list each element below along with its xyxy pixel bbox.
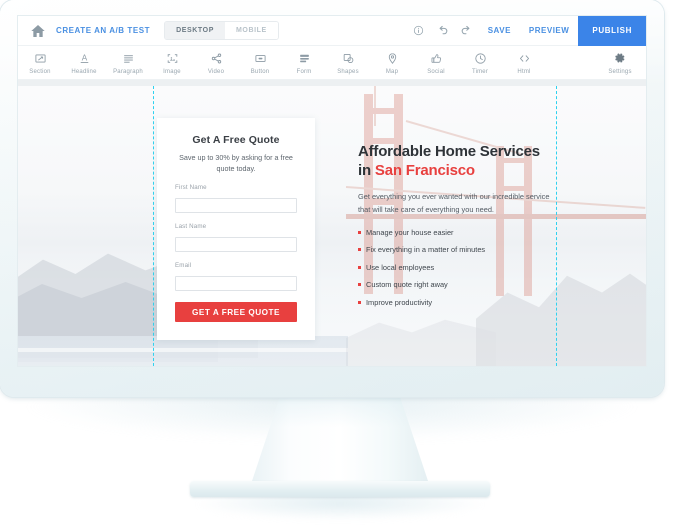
tool-video[interactable]: Video: [194, 51, 238, 75]
publish-button[interactable]: PUBLISH: [578, 16, 646, 46]
tool-label: Paragraph: [113, 68, 143, 75]
tool-label: Settings: [608, 68, 632, 75]
bullet-square-icon: [358, 248, 361, 252]
tool-label: Section: [29, 68, 51, 75]
list-item-label: Manage your house easier: [366, 227, 454, 237]
save-button[interactable]: SAVE: [479, 26, 520, 35]
headline-line1: Affordable Home Services: [358, 143, 540, 160]
thumbs-up-icon: [430, 51, 443, 66]
tool-paragraph[interactable]: Paragraph: [106, 51, 150, 75]
home-icon[interactable]: [30, 23, 46, 39]
first-name-input[interactable]: [175, 198, 297, 214]
list-item: Improve productivity: [358, 298, 563, 307]
tool-label: Shapes: [337, 68, 359, 75]
gear-icon: [614, 51, 626, 66]
editor-top-bar: CREATE AN A/B TEST DESKTOP MOBILE SAVE P…: [18, 16, 646, 46]
email-input[interactable]: [175, 276, 297, 292]
list-item-label: Fix everything in a matter of minutes: [366, 245, 486, 255]
lead-paragraph: Get everything you ever wanted with our …: [358, 192, 550, 214]
info-circle-icon[interactable]: [407, 25, 431, 36]
quote-form-title: Get A Free Quote: [192, 134, 280, 146]
tool-label: Html: [517, 68, 531, 75]
tool-section[interactable]: Section: [18, 51, 62, 75]
headline-icon: A: [78, 51, 91, 66]
tool-settings[interactable]: Settings: [598, 51, 642, 75]
bullet-square-icon: [358, 265, 361, 269]
tool-headline[interactable]: A Headline: [62, 51, 106, 75]
map-pin-icon: [386, 51, 399, 66]
bullet-square-icon: [358, 283, 361, 287]
redo-arrow-icon[interactable]: [455, 24, 479, 37]
monitor-mockup: CREATE AN A/B TEST DESKTOP MOBILE SAVE P…: [0, 0, 680, 529]
editor-element-toolbar: Section A Headline Paragraph Image Video…: [18, 46, 646, 80]
quote-form-card[interactable]: Get A Free Quote Save up to 30% by askin…: [157, 118, 315, 341]
quote-form-subtitle: Save up to 30% by asking for a free quot…: [179, 153, 293, 174]
benefits-list: Manage your house easier Fix everything …: [358, 228, 563, 307]
top-bar-actions: SAVE PREVIEW PUBLISH: [407, 16, 646, 46]
monitor-stand-base: [190, 481, 490, 497]
headline-line2-prefix: in: [358, 162, 375, 180]
tool-label: Headline: [71, 68, 97, 75]
list-item: Use local employees: [358, 263, 563, 272]
list-item-label: Custom quote right away: [366, 280, 448, 290]
code-brackets-icon: [518, 51, 531, 66]
tool-html[interactable]: Html: [502, 51, 546, 75]
page-headline: Affordable Home Services in San Francisc…: [358, 142, 563, 180]
clock-icon: [474, 51, 487, 66]
landing-copy-block[interactable]: Affordable Home Services in San Francisc…: [358, 142, 563, 315]
tool-label: Button: [250, 68, 270, 75]
tool-label: Timer: [471, 68, 489, 75]
get-a-free-quote-button[interactable]: GET A FREE QUOTE: [175, 302, 297, 323]
tab-mobile[interactable]: MOBILE: [224, 22, 278, 39]
field-label: First Name: [175, 184, 207, 192]
paragraph-icon: [122, 51, 135, 66]
form-icon: [298, 51, 311, 66]
tool-social[interactable]: Social: [414, 51, 458, 75]
bullet-square-icon: [358, 230, 361, 234]
video-share-icon: [210, 51, 223, 66]
preview-button[interactable]: PREVIEW: [520, 26, 578, 35]
section-icon: [34, 51, 47, 66]
field-label: Last Name: [175, 223, 207, 231]
list-item: Custom quote right away: [358, 280, 563, 289]
tool-form[interactable]: Form: [282, 51, 326, 75]
svg-text:A: A: [81, 53, 87, 62]
tool-label: Form: [296, 68, 312, 75]
background-waterline: [18, 348, 348, 352]
monitor-screen: CREATE AN A/B TEST DESKTOP MOBILE SAVE P…: [18, 16, 646, 366]
button-icon: [254, 51, 267, 66]
list-item: Manage your house easier: [358, 228, 563, 237]
tool-map[interactable]: Map: [370, 51, 414, 75]
tool-image[interactable]: Image: [150, 51, 194, 75]
tool-label: Social: [427, 68, 445, 75]
tab-desktop[interactable]: DESKTOP: [165, 22, 225, 39]
image-icon: [166, 51, 179, 66]
list-item-label: Improve productivity: [366, 297, 433, 307]
bullet-square-icon: [358, 300, 361, 304]
tool-label: Image: [163, 68, 181, 75]
page-canvas[interactable]: Get A Free Quote Save up to 30% by askin…: [18, 86, 646, 366]
tool-label: Map: [385, 68, 399, 75]
list-item-label: Use local employees: [366, 262, 435, 272]
tool-timer[interactable]: Timer: [458, 51, 502, 75]
monitor-stand-neck-highlight: [250, 395, 430, 487]
tool-button[interactable]: Button: [238, 51, 282, 75]
list-item: Fix everything in a matter of minutes: [358, 245, 563, 254]
shapes-icon: [342, 51, 355, 66]
last-name-input[interactable]: [175, 237, 297, 253]
field-first-name: First Name: [175, 184, 297, 214]
tool-label: Video: [207, 68, 225, 75]
field-email: Email: [175, 262, 297, 292]
create-ab-test-link[interactable]: CREATE AN A/B TEST: [56, 26, 150, 35]
tool-shapes[interactable]: Shapes: [326, 51, 370, 75]
field-last-name: Last Name: [175, 223, 297, 253]
field-label: Email: [175, 262, 192, 270]
view-mode-toggle: DESKTOP MOBILE: [164, 21, 279, 40]
alignment-guide-left: [153, 86, 154, 366]
undo-arrow-icon[interactable]: [431, 24, 455, 37]
headline-line2-accent: San Francisco: [374, 162, 475, 180]
monitor-bezel: CREATE AN A/B TEST DESKTOP MOBILE SAVE P…: [0, 0, 664, 397]
